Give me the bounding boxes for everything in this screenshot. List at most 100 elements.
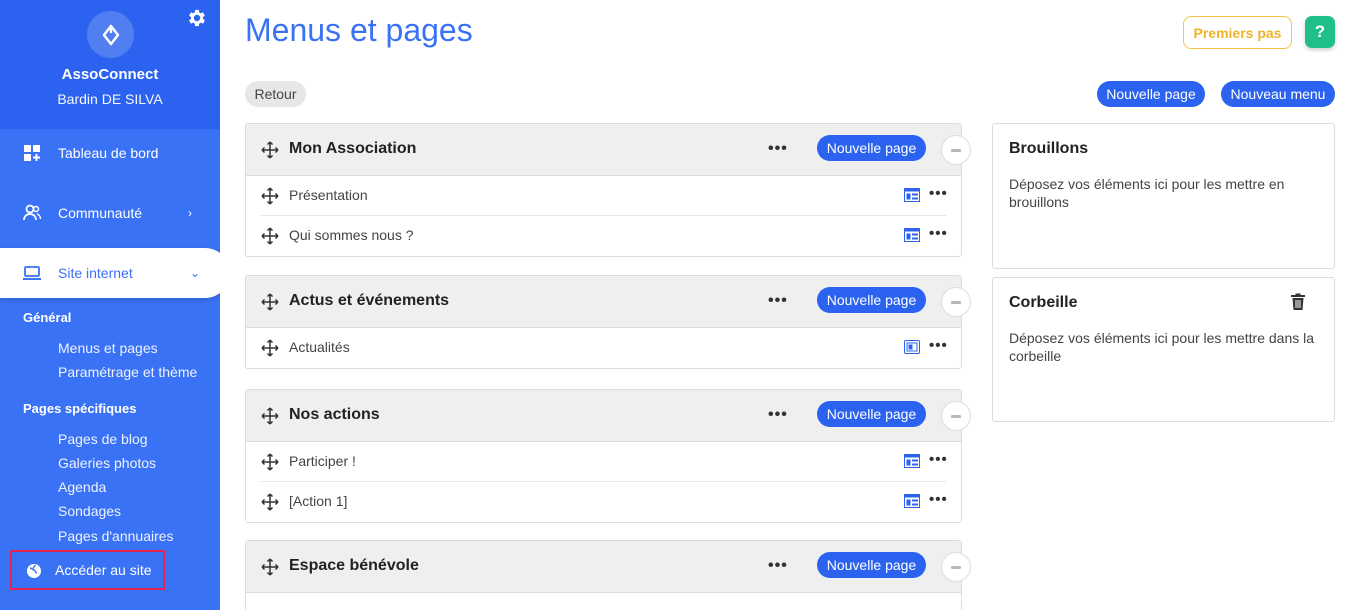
menu-card: Mon Association ••• Nouvelle page Présen… <box>245 123 971 257</box>
nav-item-website[interactable]: Site internet ⌄ <box>0 248 220 298</box>
page-title: Menus et pages <box>245 12 473 48</box>
org-name: AssoConnect <box>61 66 159 83</box>
sub-item-agenda[interactable]: Agenda <box>58 479 106 495</box>
chevron-right-icon: › <box>188 206 192 220</box>
trash-title: Corbeille <box>1009 294 1078 311</box>
page-layout-icon <box>904 494 920 508</box>
sub-item-blog[interactable]: Pages de blog <box>58 431 148 447</box>
page-label: Participer ! <box>289 453 356 469</box>
assoconnect-logo-icon <box>102 24 119 45</box>
sidebar: AssoConnect Bardin DE SILVA Tableau de b… <box>0 0 220 610</box>
visit-site-link[interactable]: Accéder au site <box>10 550 165 590</box>
sub-item-settings-theme[interactable]: Paramétrage et thème <box>58 364 197 380</box>
page-row[interactable]: [Action 1] ••• <box>261 482 948 522</box>
menu-new-page-button[interactable]: Nouvelle page <box>817 401 926 427</box>
nav-label: Tableau de bord <box>58 145 159 161</box>
sub-item-menus-pages[interactable]: Menus et pages <box>58 340 158 356</box>
new-menu-button[interactable]: Nouveau menu <box>1221 81 1335 107</box>
minus-icon <box>951 300 961 304</box>
sub-item-galleries[interactable]: Galeries photos <box>58 455 156 471</box>
page-label: [Action 1] <box>289 493 348 509</box>
more-options-icon[interactable]: ••• <box>929 225 948 242</box>
sidebar-header: AssoConnect Bardin DE SILVA <box>0 0 220 129</box>
laptop-icon <box>23 266 41 280</box>
move-icon[interactable] <box>261 558 279 576</box>
section-title-specific: Pages spécifiques <box>23 401 137 416</box>
menu-title: Actus et événements <box>289 292 450 309</box>
drafts-description: Déposez vos éléments ici pour les mettre… <box>1009 176 1285 210</box>
org-logo[interactable] <box>87 11 134 58</box>
page-label: Actualités <box>289 339 350 355</box>
page-layout-icon <box>904 454 920 468</box>
drafts-title: Brouillons <box>1009 140 1089 157</box>
more-options-icon[interactable]: ••• <box>768 406 788 424</box>
menu-card: Nos actions ••• Nouvelle page Participer… <box>245 389 971 523</box>
nav-item-community[interactable]: Communauté › <box>0 188 220 238</box>
page-layout-icon <box>904 188 920 202</box>
more-options-icon[interactable]: ••• <box>929 491 948 508</box>
page-row[interactable]: Qui sommes nous ? ••• <box>261 216 948 256</box>
page-label: Présentation <box>289 187 368 203</box>
more-options-icon[interactable]: ••• <box>929 185 948 202</box>
more-options-icon[interactable]: ••• <box>768 140 788 158</box>
community-icon <box>23 204 42 221</box>
move-icon[interactable] <box>261 187 279 205</box>
move-icon[interactable] <box>261 293 279 311</box>
move-icon[interactable] <box>261 493 279 511</box>
menu-new-page-button[interactable]: Nouvelle page <box>817 552 926 578</box>
more-options-icon[interactable]: ••• <box>768 292 788 310</box>
sub-item-directories[interactable]: Pages d'annuaires <box>58 528 174 544</box>
minus-icon <box>951 414 961 418</box>
menu-card: Actus et événements ••• Nouvelle page Ac… <box>245 275 971 369</box>
minus-icon <box>951 565 961 569</box>
first-steps-button[interactable]: Premiers pas <box>1183 16 1292 49</box>
new-page-button[interactable]: Nouvelle page <box>1097 81 1205 107</box>
collapse-button[interactable] <box>941 552 971 582</box>
more-options-icon[interactable]: ••• <box>929 451 948 468</box>
page-row[interactable]: Présentation ••• <box>261 176 948 216</box>
chevron-down-icon: ⌄ <box>190 266 201 280</box>
menu-header: Mon Association ••• Nouvelle page <box>246 124 971 176</box>
collapse-button[interactable] <box>941 287 971 317</box>
user-name: Bardin DE SILVA <box>57 91 163 107</box>
globe-icon <box>27 564 41 578</box>
move-icon[interactable] <box>261 453 279 471</box>
menu-header: Espace bénévole ••• Nouvelle page <box>246 541 971 593</box>
sub-item-polls[interactable]: Sondages <box>58 503 121 519</box>
dashboard-icon <box>24 145 40 161</box>
menu-header: Actus et événements ••• Nouvelle page <box>246 276 971 328</box>
gear-icon[interactable] <box>186 7 208 29</box>
menu-new-page-button[interactable]: Nouvelle page <box>817 287 926 313</box>
visit-site-label: Accéder au site <box>55 562 152 578</box>
trash-panel[interactable]: Corbeille Déposez vos éléments ici pour … <box>992 277 1335 422</box>
more-options-icon[interactable]: ••• <box>768 557 788 575</box>
move-icon[interactable] <box>261 407 279 425</box>
page-row[interactable]: Actualités ••• <box>261 328 948 368</box>
page-layout-icon <box>904 228 920 242</box>
section-title-general: Général <box>23 310 72 325</box>
help-button[interactable]: ? <box>1305 16 1335 48</box>
menu-title: Mon Association <box>289 140 417 157</box>
move-icon[interactable] <box>261 141 279 159</box>
menu-new-page-button[interactable]: Nouvelle page <box>817 135 926 161</box>
minus-icon <box>951 148 961 152</box>
page-row[interactable]: Participer ! ••• <box>261 442 948 482</box>
back-button[interactable]: Retour <box>245 81 306 107</box>
menu-title: Espace bénévole <box>289 557 419 574</box>
move-icon[interactable] <box>261 227 279 245</box>
collapse-button[interactable] <box>941 401 971 431</box>
menu-title: Nos actions <box>289 406 380 423</box>
news-page-icon <box>904 340 920 354</box>
trash-icon <box>1291 293 1305 310</box>
page-label: Qui sommes nous ? <box>289 227 414 243</box>
menu-card: Espace bénévole ••• Nouvelle page <box>245 540 971 610</box>
menu-header: Nos actions ••• Nouvelle page <box>246 390 971 442</box>
drafts-panel[interactable]: Brouillons Déposez vos éléments ici pour… <box>992 123 1335 269</box>
move-icon[interactable] <box>261 339 279 357</box>
nav-label: Communauté <box>58 205 143 221</box>
nav-item-dashboard[interactable]: Tableau de bord <box>0 128 220 178</box>
more-options-icon[interactable]: ••• <box>929 337 948 354</box>
collapse-button[interactable] <box>941 135 971 165</box>
trash-description: Déposez vos éléments ici pour les mettre… <box>1009 330 1315 364</box>
nav-label: Site internet <box>58 265 133 281</box>
